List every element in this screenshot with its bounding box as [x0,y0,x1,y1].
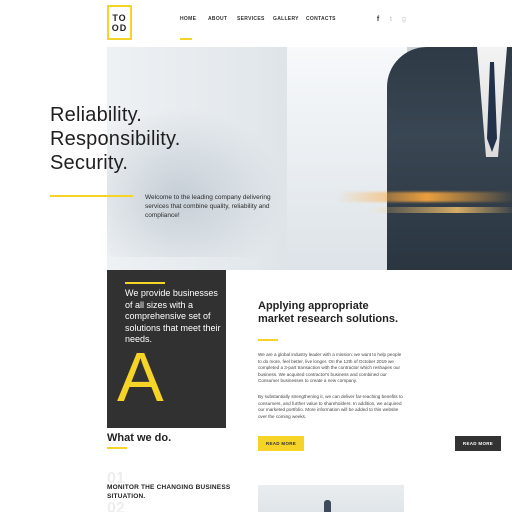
hero-flare-2 [367,207,512,213]
dark-feature-block: We provide businesses of all sizes with … [107,270,226,428]
read-more-button-dark[interactable]: READ MORE [455,436,501,451]
gallery-thumbnail[interactable] [258,485,404,512]
market-title-line-1: Applying appropriate [258,300,369,312]
what-we-do-title: What we do. [107,432,172,444]
market-title-line-2: market research solutions. [258,313,399,325]
dark-block-letter: A [117,338,164,416]
hero-title-line-3: Security. [50,152,129,174]
item-number-2: 02 [107,500,125,512]
twitter-icon[interactable]: t [388,16,394,23]
facebook-icon[interactable]: f [375,16,381,23]
hero-title-line-2: Responsibility. [50,128,181,150]
nav-active-indicator [180,38,192,40]
dark-block-divider [125,282,165,284]
market-title: Applying appropriate market research sol… [258,300,398,326]
dark-block-text: We provide businesses of all sizes with … [125,288,221,344]
nav-gallery[interactable]: GALLERY [273,16,299,22]
nav-home[interactable]: HOME [180,16,196,22]
thumbnail-figure [324,500,331,512]
logo[interactable]: TO OD [107,5,132,40]
market-paragraph-2: By substantially strengthening it, we ca… [258,394,403,419]
logo-line-2: OD [111,22,128,33]
hero-title: Reliability. Responsibility. Security. [50,103,180,175]
read-more-button[interactable]: READ MORE [258,436,304,451]
market-paragraph-1: We are a global industry leader with a m… [258,352,402,384]
social-links: f t g [375,16,407,23]
google-icon[interactable]: g [401,16,407,23]
logo-line-1: TO [112,12,127,23]
hero-divider [50,195,133,197]
page: TO OD HOME ABOUT SERVICES GALLERY CONTAC… [0,0,512,512]
hero-flare [337,192,512,202]
nav-about[interactable]: ABOUT [208,16,227,22]
hero-text: Welcome to the leading company deliverin… [145,194,271,219]
market-divider [258,339,278,341]
what-item-1-title: MONITOR THE CHANGING BUSINESS SITUATION. [107,484,231,500]
hero-title-line-1: Reliability. [50,104,143,126]
what-we-do-divider [107,447,127,449]
nav-contacts[interactable]: CONTACTS [306,16,336,22]
nav-services[interactable]: SERVICES [237,16,265,22]
